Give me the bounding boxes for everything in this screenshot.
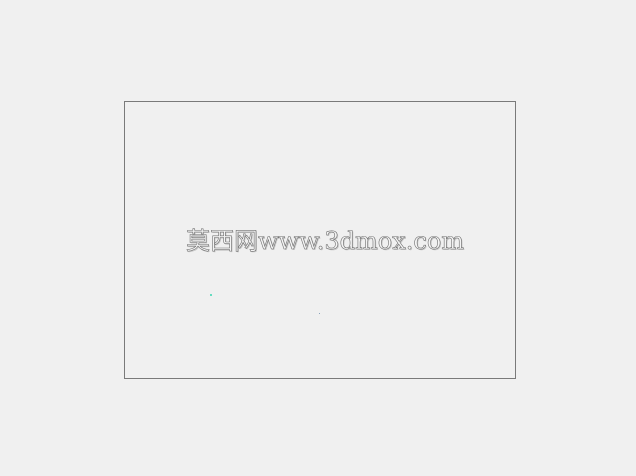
watermark-text: 莫西网www.3dmox.com	[186, 227, 465, 256]
image-speck	[210, 294, 212, 296]
image-speck	[319, 313, 320, 314]
viewer-canvas: 莫西网www.3dmox.com	[0, 0, 636, 476]
preview-frame: 莫西网www.3dmox.com	[124, 101, 516, 379]
